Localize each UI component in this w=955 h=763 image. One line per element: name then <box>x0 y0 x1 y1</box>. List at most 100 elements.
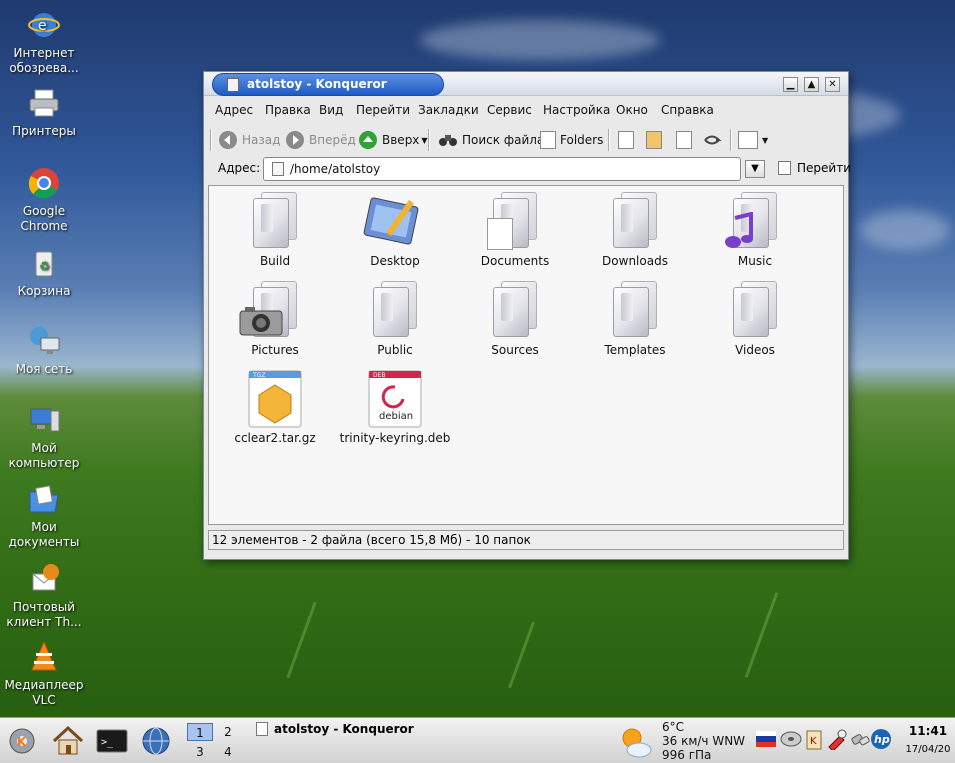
clock[interactable]: 11:41 17/04/20 <box>905 724 951 755</box>
weather-wind: 36 км/ч WNW <box>662 734 746 748</box>
up-label: Вверх <box>382 133 420 147</box>
copy-icon <box>618 131 634 149</box>
title-pill[interactable]: atolstoy - Konqueror <box>212 73 444 96</box>
grass <box>744 592 779 678</box>
menu-address[interactable]: Адрес <box>215 103 253 117</box>
back-button[interactable]: Назад <box>218 128 280 152</box>
up-button[interactable]: Вверх ▼ <box>358 128 428 152</box>
minimize-button[interactable]: ▁ <box>783 77 798 92</box>
file-name: Build <box>259 254 291 268</box>
folders-button[interactable]: Folders <box>540 128 603 152</box>
desktop-icon-network[interactable]: Моя сеть <box>2 324 86 377</box>
file-item-trinity-keyring[interactable]: DEB debian trinity-keyring.deb <box>335 369 455 445</box>
folder-icon <box>251 192 299 250</box>
file-item-build[interactable]: Build <box>215 192 335 268</box>
desktop-icon-google-chrome[interactable]: Google Chrome <box>2 166 86 234</box>
folder-location-icon <box>272 162 284 176</box>
menu-window[interactable]: Окно <box>616 103 648 117</box>
home-button[interactable] <box>50 724 86 758</box>
reload-button[interactable] <box>702 128 722 152</box>
find-file-button[interactable]: Поиск файла <box>438 128 544 152</box>
menu-edit[interactable]: Правка <box>265 103 311 117</box>
pictures-folder-icon <box>239 281 299 339</box>
desktop-1[interactable]: 1 <box>187 723 213 741</box>
address-history-dropdown[interactable]: ▼ <box>745 160 765 178</box>
desktop-icon-label: Моя сеть <box>15 362 73 376</box>
network-plug-icon[interactable] <box>849 728 871 750</box>
disk-icon[interactable] <box>780 728 802 750</box>
file-item-documents[interactable]: Documents <box>455 192 575 268</box>
desktop-icon-my-computer[interactable]: Мой компьютер <box>2 403 86 471</box>
desktop-icon-label: Медиаплеер VLC <box>4 678 84 707</box>
file-item-public[interactable]: Public <box>335 281 455 357</box>
k-menu-button[interactable]: K <box>4 724 40 758</box>
cloud <box>860 210 950 250</box>
menu-view[interactable]: Вид <box>319 103 343 117</box>
clipboard-icon[interactable]: K <box>803 728 825 750</box>
file-item-videos[interactable]: Videos <box>695 281 815 357</box>
folder-icon <box>611 281 659 339</box>
globe-icon <box>142 727 170 755</box>
desktop-icon-mail-client[interactable]: Почтовый клиент Th... <box>2 562 86 630</box>
file-item-templates[interactable]: Templates <box>575 281 695 357</box>
browser-button[interactable] <box>138 724 174 758</box>
hp-printer-icon[interactable]: hp <box>870 728 892 750</box>
view-mode-button[interactable]: ▼ <box>738 128 768 152</box>
desktop-icon-label: Принтеры <box>12 124 76 138</box>
deb-package-icon: DEB debian <box>368 369 422 428</box>
desktop-2[interactable]: 2 <box>215 723 241 741</box>
address-value: /home/atolstoy <box>290 162 381 176</box>
svg-text:DEB: DEB <box>373 372 386 379</box>
weather-widget[interactable]: 6°C 36 км/ч WNW 996 гПа <box>617 720 757 763</box>
keyboard-layout-icon[interactable] <box>755 728 777 750</box>
desktop-icon-vlc[interactable]: Медиаплеер VLC <box>2 640 86 708</box>
file-view[interactable]: Build Desktop Documents Downloads Music <box>208 185 844 525</box>
desktop-3[interactable]: 3 <box>187 743 213 761</box>
menu-help[interactable]: Справка <box>661 103 714 117</box>
globe-icon: e <box>27 8 61 42</box>
close-button[interactable]: ✕ <box>825 77 840 92</box>
menu-bookmarks[interactable]: Закладки <box>418 103 479 117</box>
print-button[interactable] <box>676 128 696 152</box>
file-item-music[interactable]: Music <box>695 192 815 268</box>
go-button[interactable]: Перейти <box>778 161 851 175</box>
vlc-icon <box>27 640 61 674</box>
file-item-desktop[interactable]: Desktop <box>335 192 455 268</box>
paste-button[interactable] <box>646 128 666 152</box>
svg-text:>_: >_ <box>101 737 114 748</box>
desktop-icon-printers[interactable]: Принтеры <box>2 86 86 139</box>
maximize-button[interactable]: ▲ <box>804 77 819 92</box>
copy-button[interactable] <box>618 128 638 152</box>
menu-go[interactable]: Перейти <box>356 103 410 117</box>
desktop-icon-trash[interactable]: ♻ Корзина <box>2 246 86 299</box>
desktop-4[interactable]: 4 <box>215 743 241 761</box>
file-item-downloads[interactable]: Downloads <box>575 192 695 268</box>
window-doc-icon <box>227 78 239 92</box>
go-label: Перейти <box>797 161 851 175</box>
folder-icon <box>491 281 539 339</box>
menu-tools[interactable]: Сервис <box>487 103 532 117</box>
forward-arrow-icon <box>286 131 304 149</box>
address-label: Адрес: <box>218 161 261 175</box>
update-icon[interactable] <box>826 728 848 752</box>
print-icon <box>676 131 692 149</box>
file-item-cclear2[interactable]: TGZ cclear2.tar.gz <box>215 369 335 445</box>
file-item-sources[interactable]: Sources <box>455 281 575 357</box>
address-input[interactable]: /home/atolstoy <box>263 157 741 181</box>
task-konqueror[interactable]: atolstoy - Konqueror <box>256 722 414 736</box>
desktop-icon-internet-explorer[interactable]: e Интернет обозрева... <box>2 8 86 76</box>
terminal-button[interactable]: >_ <box>94 724 130 758</box>
file-item-pictures[interactable]: Pictures <box>215 281 335 357</box>
file-name: Music <box>737 254 773 268</box>
task-label: atolstoy - Konqueror <box>274 722 414 736</box>
desktop-icon-label: Корзина <box>17 284 71 298</box>
desktop-icon-label: Почтовый клиент Th... <box>6 600 82 629</box>
file-name: Templates <box>604 343 666 357</box>
go-icon <box>778 161 791 175</box>
title-bar[interactable]: atolstoy - Konqueror ▁ ▲ ✕ <box>204 72 848 96</box>
toolbar-separator <box>210 129 212 151</box>
svg-text:hp: hp <box>874 733 890 746</box>
menu-settings[interactable]: Настройка <box>543 103 610 117</box>
desktop-icon-my-documents[interactable]: Мои документы <box>2 482 86 550</box>
forward-button[interactable]: Вперёд <box>285 128 356 152</box>
